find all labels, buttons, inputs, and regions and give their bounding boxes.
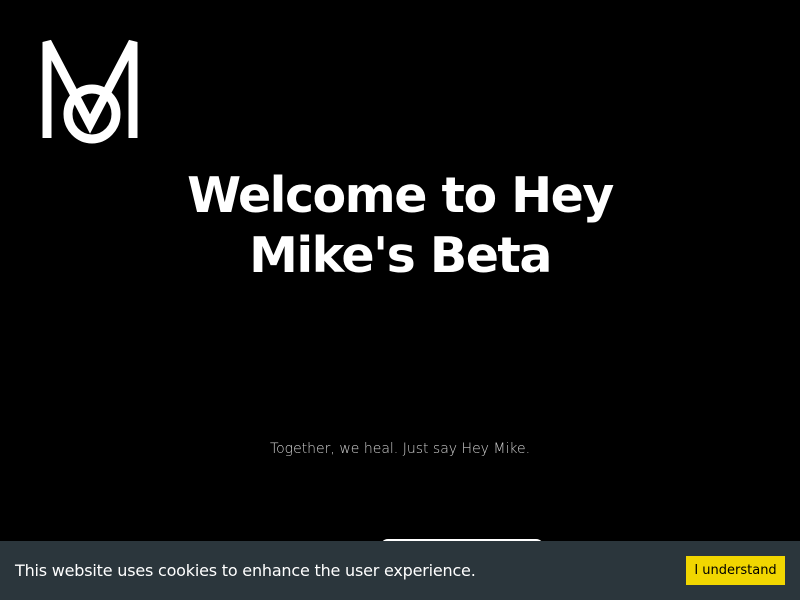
cookie-consent-banner: This website uses cookies to enhance the… <box>0 541 800 600</box>
page-title: Welcome to Hey Mike's Beta <box>187 167 614 284</box>
mo-monogram-logo-icon <box>42 39 138 144</box>
landing-page: Welcome to Hey Mike's Beta Together, we … <box>0 0 800 600</box>
tagline: Together, we heal. Just say Hey Mike. <box>269 441 531 457</box>
cookie-message: This website uses cookies to enhance the… <box>15 561 476 580</box>
cookie-accept-button[interactable]: I understand <box>686 556 785 585</box>
